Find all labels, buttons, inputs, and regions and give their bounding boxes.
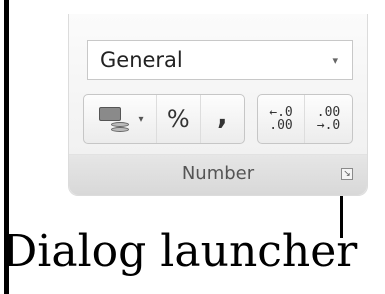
chevron-down-icon[interactable]: ▾ — [139, 114, 144, 125]
accounting-format-button[interactable]: ▾ — [84, 95, 158, 143]
decrease-decimal-icon: .00 →.0 — [317, 106, 340, 132]
increase-decimal-button[interactable]: ←.0 .00 — [258, 95, 306, 143]
dialog-launcher-icon[interactable]: ↘ — [341, 168, 353, 180]
decrease-decimal-bottom: →.0 — [316, 118, 341, 133]
group-label-bar: Number ↘ — [69, 154, 367, 195]
decrease-decimal-button[interactable]: .00 →.0 — [305, 95, 352, 143]
number-format-value: General — [100, 48, 183, 72]
format-buttons-group: ▾ % , — [83, 94, 245, 144]
number-ribbon-group: General ▾ ▾ % , ←.0 .00 .00 →.0 Number ↘ — [68, 14, 368, 196]
increase-decimal-icon: ←.0 .00 — [269, 106, 292, 132]
group-label: Number — [181, 163, 255, 184]
comma-style-button[interactable]: , — [201, 95, 244, 143]
percent-style-button[interactable]: % — [157, 95, 201, 143]
callout-label: Dialog launcher — [2, 226, 358, 277]
chevron-down-icon[interactable]: ▾ — [332, 54, 338, 67]
increase-decimal-bottom: .00 — [269, 118, 293, 133]
number-format-dropdown[interactable]: General ▾ — [87, 40, 353, 80]
accounting-number-format-icon — [97, 105, 133, 133]
decimal-buttons-group: ←.0 .00 .00 →.0 — [257, 94, 353, 144]
